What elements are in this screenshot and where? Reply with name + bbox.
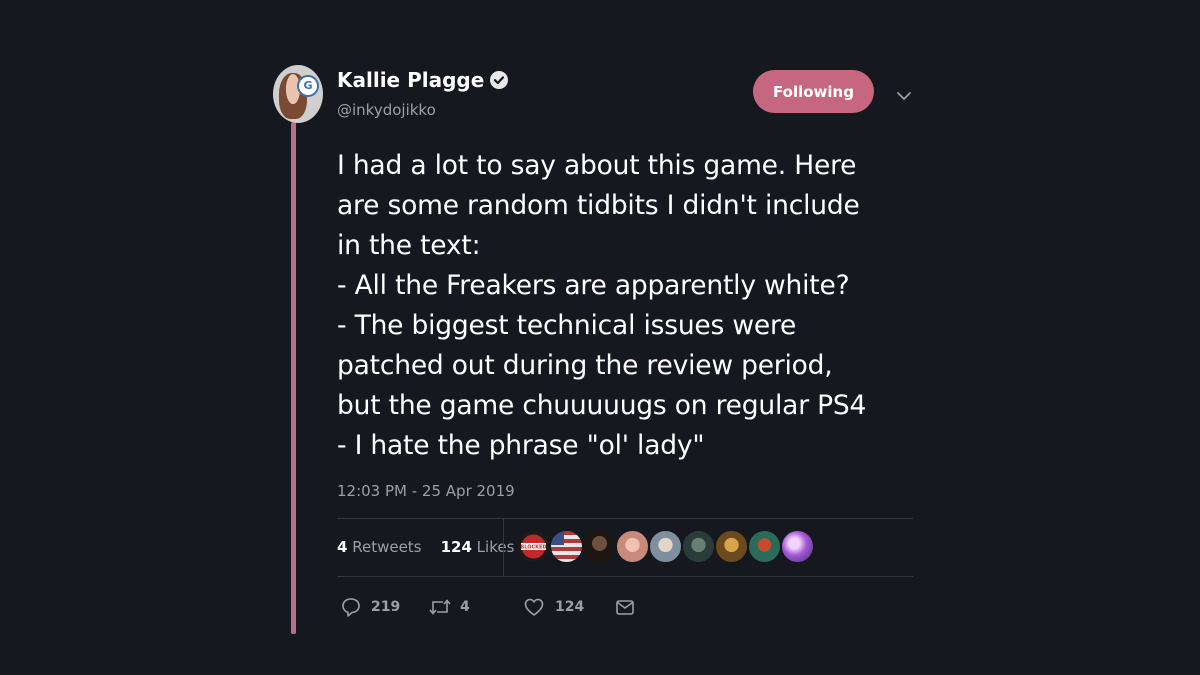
light-portrait-avatar[interactable] bbox=[649, 530, 682, 563]
blocked-sticker-avatar[interactable]: BLOCKED bbox=[517, 530, 550, 563]
pink-portrait-avatar[interactable] bbox=[616, 530, 649, 563]
flag-avatar[interactable] bbox=[550, 530, 583, 563]
author-avatar[interactable]: G bbox=[273, 65, 323, 123]
blocked-sticker-text: BLOCKED bbox=[520, 545, 546, 551]
like-count: 124 bbox=[555, 599, 585, 615]
thread-line bbox=[291, 122, 296, 634]
retweet-icon bbox=[429, 599, 451, 615]
like-button[interactable]: 124 bbox=[523, 596, 588, 618]
direct-message-button[interactable] bbox=[614, 596, 636, 618]
reply-count: 219 bbox=[371, 599, 401, 615]
dark-portrait-avatar[interactable] bbox=[583, 530, 616, 563]
likes-count: 124 bbox=[440, 538, 472, 556]
heart-icon bbox=[524, 598, 544, 616]
tweet-text: I had a lot to say about this game. Here… bbox=[337, 150, 867, 461]
reply-button[interactable]: 219 bbox=[340, 596, 400, 618]
retweets-count: 4 bbox=[337, 538, 348, 556]
author-handle[interactable]: @inkydojikko bbox=[337, 101, 436, 119]
avatar-g-badge-icon: G bbox=[297, 75, 319, 97]
reply-icon bbox=[342, 598, 360, 617]
gold-portrait-avatar[interactable] bbox=[715, 530, 748, 563]
retweets-stat[interactable]: 4 Retweets bbox=[337, 538, 422, 556]
retweet-count: 4 bbox=[460, 599, 470, 615]
teal-portrait-avatar[interactable] bbox=[682, 530, 715, 563]
character-avatar[interactable] bbox=[748, 530, 781, 563]
tweet-stats: 4 Retweets 124 Likes bbox=[337, 538, 514, 556]
purple-orb-avatar[interactable] bbox=[781, 530, 814, 563]
verified-badge-icon bbox=[490, 70, 509, 94]
retweet-button[interactable]: 4 bbox=[428, 596, 478, 618]
retweets-label: Retweets bbox=[352, 538, 422, 556]
stats-top-divider bbox=[337, 518, 913, 519]
envelope-icon bbox=[616, 600, 634, 615]
following-button[interactable]: Following bbox=[753, 70, 874, 113]
chevron-down-icon[interactable] bbox=[894, 86, 914, 106]
stats-separator bbox=[503, 519, 504, 576]
author-name-text: Kallie Plagge bbox=[337, 68, 485, 92]
tweet-timestamp[interactable]: 12:03 PM - 25 Apr 2019 bbox=[337, 482, 515, 500]
likes-label: Likes bbox=[476, 538, 515, 556]
stats-bottom-divider bbox=[337, 576, 913, 577]
author-name[interactable]: Kallie Plagge bbox=[337, 68, 509, 94]
